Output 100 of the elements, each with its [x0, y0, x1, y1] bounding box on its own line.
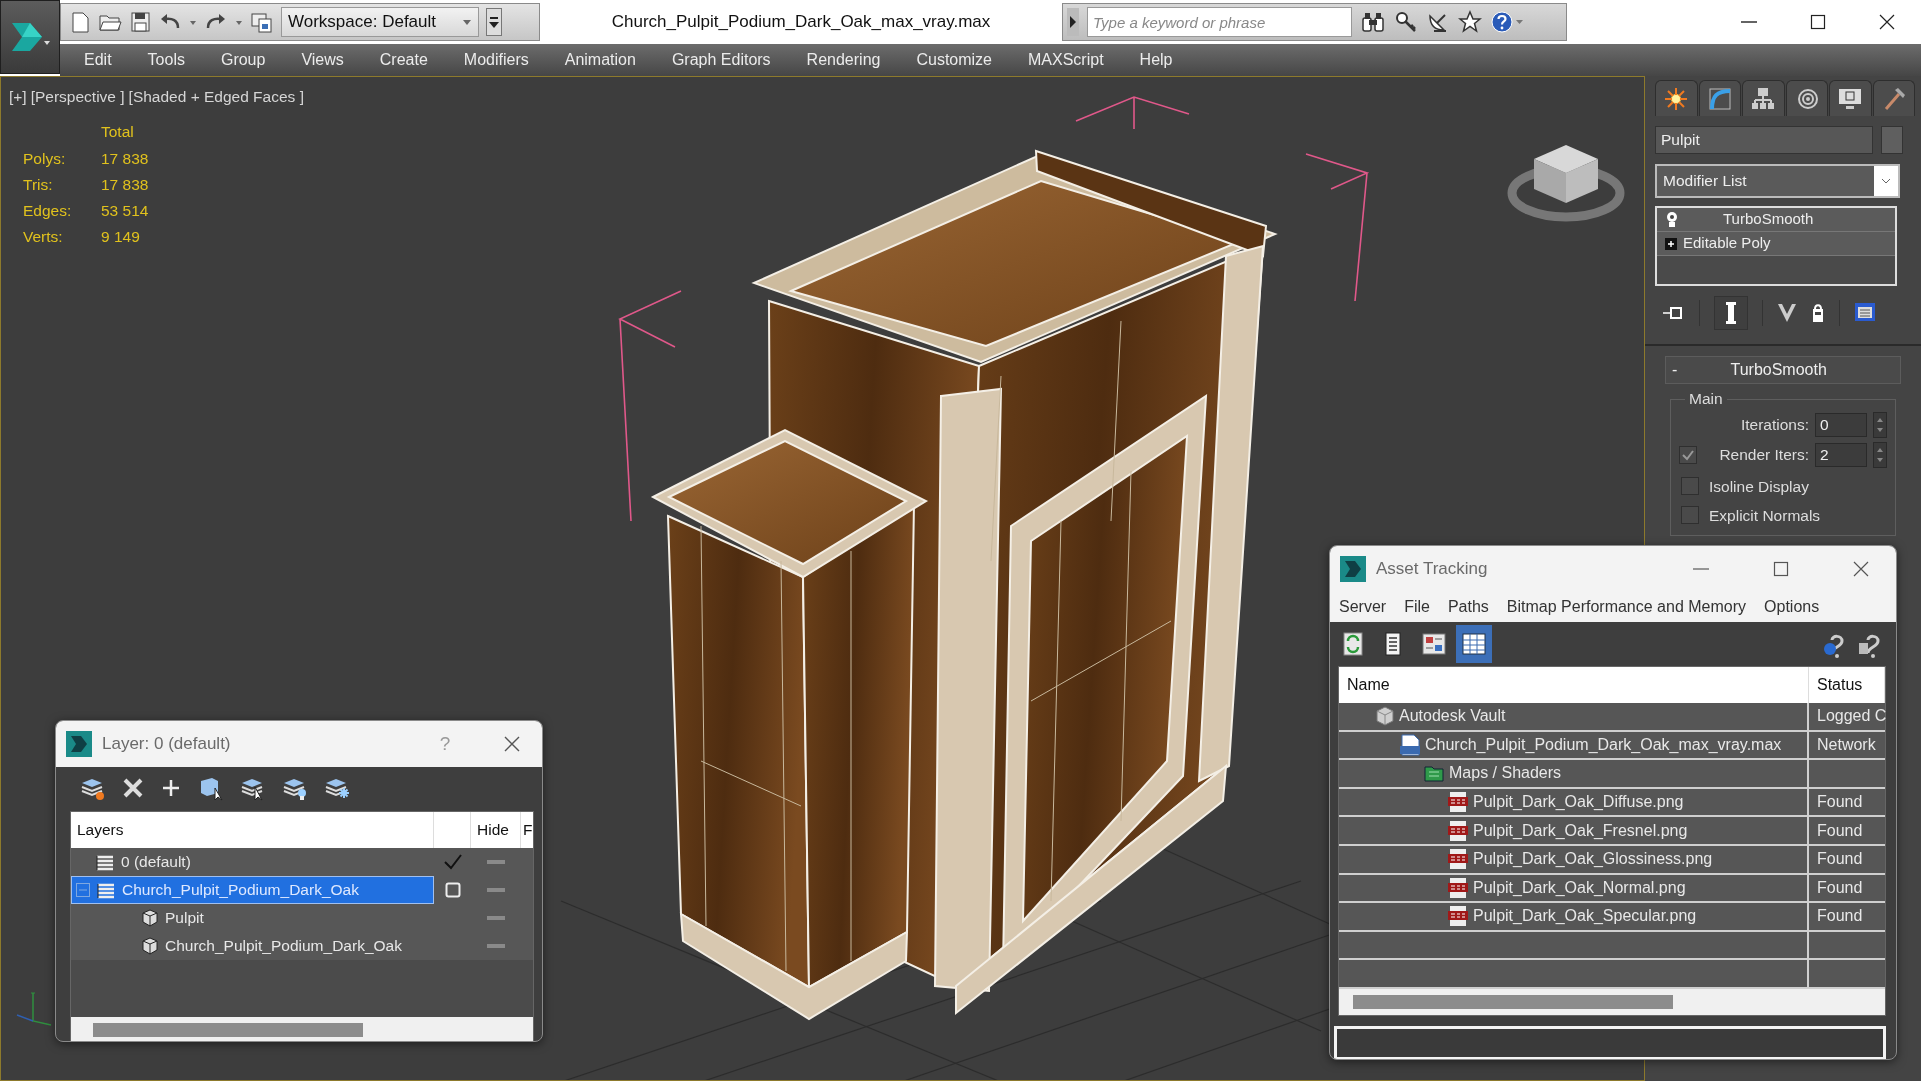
panel-tab[interactable] [1785, 80, 1828, 116]
asset-name[interactable]: Pulpit_Dark_Oak_Fresnel.png [1473, 818, 1688, 843]
pin-icon[interactable] [1663, 305, 1685, 321]
png-file-icon [1447, 849, 1469, 870]
menu-item[interactable]: Animation [546, 48, 654, 72]
hide-toggle-icon[interactable] [487, 859, 505, 865]
rollout-header[interactable]: - TurboSmooth [1665, 356, 1901, 384]
star-icon[interactable] [1458, 10, 1482, 34]
caret-icon [1881, 177, 1891, 185]
asset-status: Network [1817, 734, 1876, 755]
menu-item[interactable]: Edit [66, 48, 130, 72]
box-pointer-icon[interactable] [198, 775, 224, 801]
asset-status: Found [1817, 906, 1863, 927]
asset-name[interactable]: Church_Pulpit_Podium_Dark_Oak_max_vray.max [1425, 732, 1782, 757]
png-file-icon [1447, 820, 1469, 841]
minimize-icon [1740, 21, 1757, 23]
asset-status: Found [1817, 849, 1863, 870]
save-icon[interactable] [129, 10, 151, 34]
project-folder-icon[interactable] [250, 10, 274, 34]
menu-item[interactable]: Views [283, 48, 362, 72]
menu-item[interactable]: Rendering [788, 48, 899, 72]
menu-item[interactable]: Group [202, 48, 284, 72]
stat-label: Polys: [23, 148, 67, 169]
spinner-arrows-icon[interactable] [1873, 441, 1887, 468]
delete-icon[interactable] [122, 777, 144, 799]
panel-tab[interactable] [1655, 80, 1698, 116]
menu-item[interactable]: Create [361, 48, 446, 72]
workspace-dropdown[interactable]: Workspace: Default [281, 7, 479, 37]
stat-label: Verts: [23, 227, 64, 248]
asset-name[interactable]: Pulpit_Dark_Oak_Specular.png [1473, 904, 1697, 929]
asset-status: Found [1817, 792, 1863, 813]
caret-icon [462, 17, 472, 27]
spinner-arrows-icon[interactable] [1873, 411, 1887, 438]
expand-icon[interactable] [1665, 237, 1677, 250]
max-file-icon [1399, 733, 1421, 756]
menu-item[interactable]: Options [1755, 595, 1829, 619]
search-field[interactable]: Type a keyword or phrase [1087, 7, 1352, 37]
checkbox-label[interactable]: Isoline Display [1709, 474, 1809, 498]
viewport-menu-label[interactable]: [+] [9, 85, 27, 109]
key-icon[interactable] [1394, 10, 1418, 34]
hide-toggle-icon[interactable] [487, 915, 505, 921]
checkbox[interactable] [1681, 477, 1699, 496]
asset-name[interactable]: Pulpit_Dark_Oak_Glossiness.png [1473, 847, 1713, 872]
hide-toggle-icon[interactable] [487, 887, 505, 893]
menu-item[interactable]: Graph Editors [653, 48, 789, 72]
modifier-list-dropdown[interactable]: Modifier List [1655, 164, 1900, 198]
help-icon[interactable] [1490, 10, 1526, 34]
current-checkmark-icon[interactable] [442, 853, 463, 871]
viewport-menu-label[interactable]: [Shaded + Edged Faces ] [128, 85, 304, 109]
menu-item[interactable]: MAXScript [1010, 48, 1122, 72]
stat-value: 17 838 [101, 174, 149, 195]
column-header[interactable]: F [521, 812, 533, 848]
scrollbar-thumb[interactable] [93, 1023, 363, 1037]
asset-name[interactable]: Pulpit_Dark_Oak_Diffuse.png [1473, 790, 1684, 815]
spinner-field[interactable]: 2 [1815, 442, 1867, 467]
binoculars-icon[interactable] [1360, 10, 1386, 34]
add-icon[interactable] [160, 777, 182, 799]
app-menu-button[interactable] [0, 0, 60, 74]
menu-item[interactable]: Tools [129, 48, 203, 72]
stat-value: 53 514 [101, 201, 149, 221]
checkbox[interactable] [1679, 445, 1697, 464]
hide-toggle-icon[interactable] [487, 943, 505, 949]
show-end-result-button[interactable] [1714, 296, 1748, 330]
checkbox-label[interactable]: Explicit Normals [1709, 503, 1821, 528]
menu-item[interactable]: Bitmap Performance and Memory [1497, 595, 1756, 619]
png-file-icon [1447, 906, 1469, 927]
layer-row[interactable]: Church_Pulpit_Podium_Dark_Oak [71, 876, 434, 904]
object-name-field[interactable]: Pulpit [1655, 126, 1873, 154]
stat-label: Tris: [23, 174, 54, 195]
asset-name[interactable]: Maps / Shaders [1449, 761, 1562, 786]
menu-item[interactable]: Server [1330, 595, 1396, 619]
menu-item[interactable]: Paths [1438, 595, 1498, 619]
asset-name[interactable]: Autodesk Vault [1399, 704, 1506, 729]
asset-name[interactable]: Pulpit_Dark_Oak_Normal.png [1473, 875, 1686, 900]
layer-stack-icon [96, 881, 116, 899]
collapse-toggle[interactable] [76, 883, 90, 897]
toolbar-button[interactable] [1456, 625, 1492, 663]
menu-item[interactable]: Help [1121, 48, 1191, 72]
menu-item[interactable]: Modifiers [445, 48, 547, 72]
panel-tab[interactable] [1829, 80, 1872, 116]
new-file-icon[interactable] [69, 10, 91, 34]
funnel-icon[interactable] [1777, 302, 1797, 324]
panel-tab[interactable] [1698, 80, 1741, 116]
stats-header: Total [101, 122, 135, 143]
menu-item[interactable]: Customize [898, 48, 1010, 72]
color-swatch[interactable] [1881, 126, 1903, 154]
maximize-icon [1808, 13, 1827, 31]
configure-icon[interactable] [1854, 302, 1878, 324]
scrollbar-thumb[interactable] [1353, 994, 1673, 1009]
menu-item[interactable]: File [1395, 595, 1439, 619]
current-toggle-box[interactable] [444, 882, 461, 898]
sunburst-icon [1663, 85, 1690, 112]
checkbox[interactable] [1681, 506, 1699, 525]
spinner-field[interactable]: 0 [1815, 412, 1867, 437]
dialog-title: Asset Tracking [1376, 558, 1488, 581]
viewport-menu-label[interactable]: [Perspective ] [30, 85, 125, 109]
asset-status: Found [1817, 820, 1863, 841]
light-bulb-icon[interactable] [1665, 210, 1679, 229]
close-icon [504, 736, 520, 752]
panel-tab[interactable] [1742, 80, 1785, 116]
